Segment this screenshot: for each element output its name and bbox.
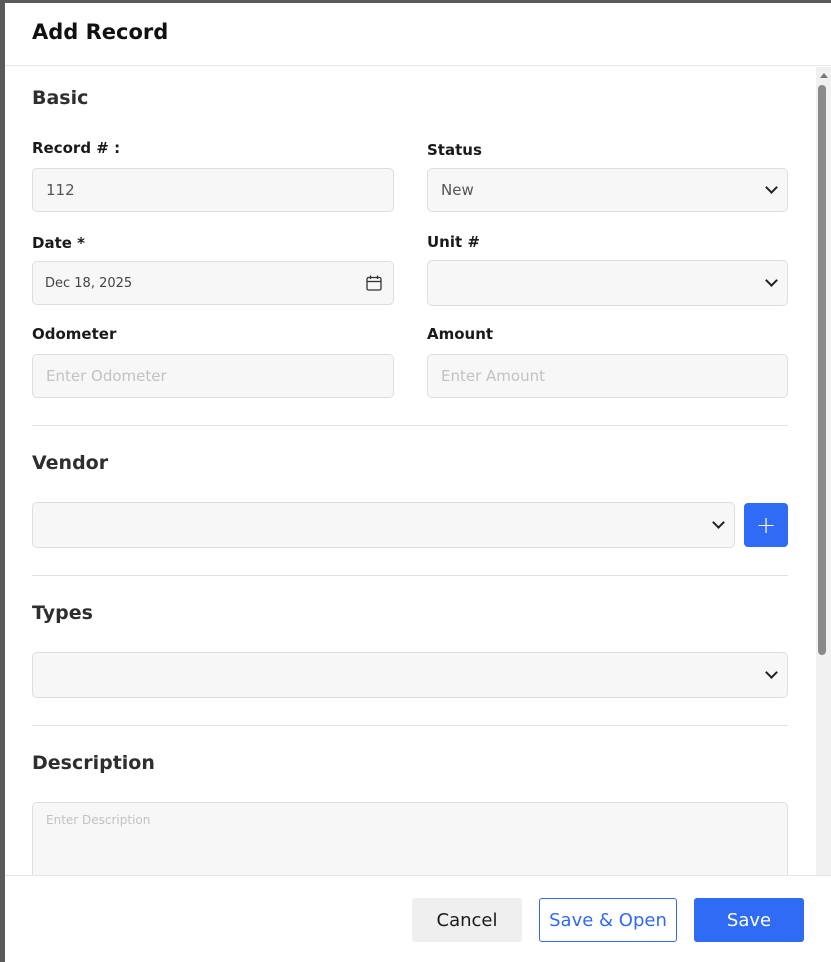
modal-footer: Cancel Save & Open Save [5,875,831,962]
modal-header: Add Record [5,3,831,66]
odometer-input[interactable]: Enter Odometer [32,354,394,398]
divider [32,575,788,576]
section-title-basic: Basic [32,87,89,109]
types-select[interactable] [32,652,788,698]
amount-label: Amount [427,325,494,343]
save-and-open-button[interactable]: Save & Open [539,898,677,942]
unit-label: Unit # [427,233,480,251]
date-input[interactable]: Dec 18, 2025 [32,261,394,305]
modal-body[interactable]: Basic Record # : 112 Status New Date * D… [5,67,831,875]
chevron-down-icon [765,274,778,287]
description-placeholder: Enter Description [46,813,151,827]
save-button[interactable]: Save [694,898,804,942]
scrollbar-thumb[interactable] [818,85,826,655]
vendor-select[interactable] [32,502,735,548]
description-textarea[interactable]: Enter Description [32,802,788,875]
chevron-down-icon [712,516,725,529]
calendar-icon[interactable] [365,274,383,292]
status-label: Status [427,141,482,159]
chevron-down-icon [765,666,778,679]
section-title-vendor: Vendor [32,452,109,474]
record-number-input[interactable]: 112 [32,168,394,212]
plus-icon: + [755,511,777,539]
unit-select[interactable] [427,260,788,306]
divider [32,725,788,726]
chevron-down-icon [765,181,778,194]
cancel-button[interactable]: Cancel [412,898,522,942]
odometer-placeholder: Enter Odometer [46,367,167,385]
amount-placeholder: Enter Amount [441,367,545,385]
divider [32,425,788,426]
status-select[interactable]: New [427,168,788,212]
section-title-description: Description [32,752,155,774]
status-value: New [441,181,474,199]
modal-title: Add Record [32,20,169,44]
record-number-label: Record # : [32,139,121,157]
date-value: Dec 18, 2025 [45,275,133,291]
scroll-up-arrow-icon[interactable] [820,73,828,78]
section-title-types: Types [32,602,93,624]
record-number-value: 112 [46,181,75,199]
date-label: Date * [32,234,85,252]
add-vendor-button[interactable]: + [744,503,788,547]
amount-input[interactable]: Enter Amount [427,354,788,398]
add-record-modal: Add Record Basic Record # : 112 Status N… [5,3,831,962]
odometer-label: Odometer [32,325,117,343]
